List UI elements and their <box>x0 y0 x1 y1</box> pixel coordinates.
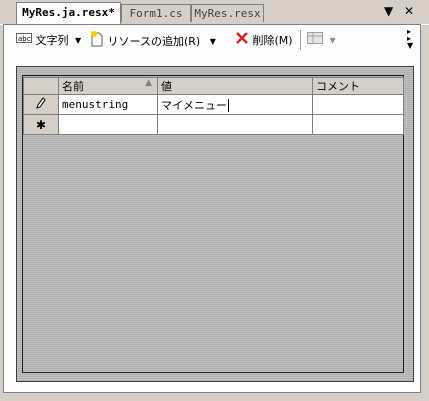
new-row-indicator[interactable]: ✱ <box>23 114 59 135</box>
pencil-icon <box>36 97 46 112</box>
tab-form1-cs[interactable]: Form1.cs <box>121 4 191 22</box>
toolbar-overflow-icon[interactable]: ▸ ▸ ▼ <box>407 28 413 50</box>
cell-comment[interactable] <box>312 114 404 135</box>
column-header-value[interactable]: 値 <box>157 77 313 95</box>
add-resource-label: リソースの追加(R) <box>107 35 201 48</box>
close-icon[interactable]: ✕ <box>404 4 414 18</box>
resource-toolbar: abc 文字列 ▼ リソースの追加(R) ▼ 削除(M) ▼ <box>5 27 419 53</box>
toolbar-separator <box>300 30 302 50</box>
tab-myres-ja-resx[interactable]: MyRes.ja.resx* <box>16 2 121 24</box>
window-position-dropdown-icon[interactable]: ▼ <box>384 4 393 18</box>
chevron-down-icon: ▼ <box>329 36 336 45</box>
delete-x-icon <box>235 31 249 51</box>
abc-icon: abc <box>16 31 32 51</box>
column-header-comment[interactable]: コメント <box>312 77 404 95</box>
cell-name[interactable]: menustring <box>58 94 158 115</box>
chevron-down-icon: ▼ <box>209 37 216 46</box>
grid-header-row: 名前 ▲ 値 コメント <box>23 77 404 95</box>
view-options-button[interactable]: ▼ <box>307 31 336 49</box>
table-row-new[interactable]: ✱ <box>23 114 404 135</box>
tab-myres-resx[interactable]: MyRes.resx <box>191 4 264 22</box>
cell-value[interactable]: マイメニュー <box>157 94 313 115</box>
row-edit-indicator[interactable] <box>23 94 59 115</box>
delete-label: 削除(M) <box>252 34 293 47</box>
asterisk-icon: ✱ <box>35 117 47 132</box>
cell-value[interactable] <box>157 114 313 135</box>
strings-dropdown-button[interactable]: abc 文字列 ▼ <box>16 31 81 49</box>
delete-button[interactable]: 削除(M) <box>235 31 293 49</box>
text-cursor <box>228 99 229 112</box>
strings-label: 文字列 <box>35 34 69 47</box>
document-tab-strip: MyRes.ja.resx* Form1.cs MyRes.resx ▼ ✕ <box>0 0 429 25</box>
chevron-down-icon: ▼ <box>75 36 82 45</box>
grid-view-icon <box>307 31 323 51</box>
resource-grid: 名前 ▲ 値 コメント menustring マイメニュー ✱ <box>23 77 404 135</box>
table-row[interactable]: menustring マイメニュー <box>23 94 404 115</box>
new-document-icon <box>90 31 104 53</box>
cell-name[interactable] <box>58 114 158 135</box>
sort-ascending-icon: ▲ <box>145 78 152 89</box>
row-header-corner <box>23 77 59 95</box>
add-resource-button[interactable]: リソースの追加(R) ▼ <box>90 31 216 49</box>
column-header-name[interactable]: 名前 ▲ <box>58 77 158 95</box>
svg-text:abc: abc <box>18 35 31 43</box>
cell-comment[interactable] <box>312 94 404 115</box>
